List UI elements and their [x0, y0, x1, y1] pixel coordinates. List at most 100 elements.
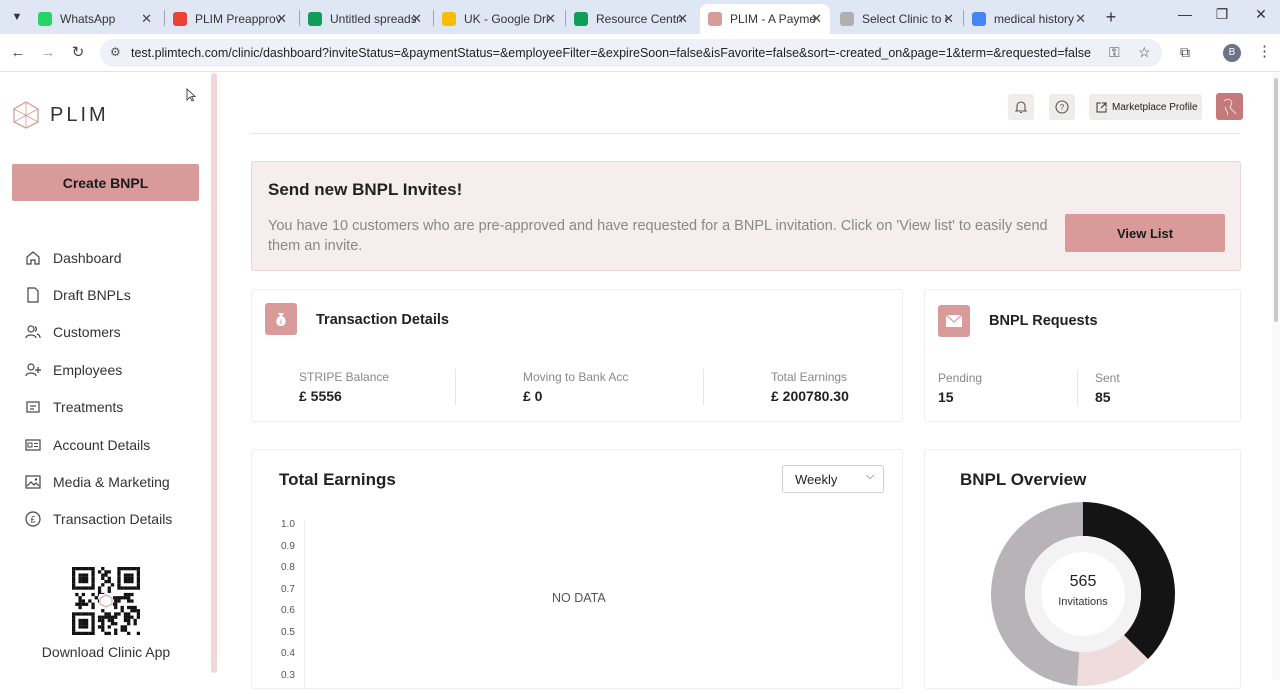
stripe-balance-label: STRIPE Balance [299, 370, 390, 384]
svg-text:?: ? [1060, 103, 1065, 112]
sidebar-item-label: Employees [53, 361, 123, 378]
sidebar-item-account-details[interactable]: Account Details [24, 426, 172, 463]
chart-y-axis-line [304, 520, 305, 690]
header-divider [250, 133, 1240, 134]
browser-tab[interactable]: UK - Google Drive✕ [434, 4, 564, 34]
url-text[interactable]: test.plimtech.com/clinic/dashboard?invit… [131, 46, 1091, 60]
plim-icon [840, 12, 854, 26]
close-tab-icon[interactable]: ✕ [411, 11, 422, 27]
tab-search-chevron-icon[interactable]: ▼ [6, 6, 28, 28]
document-icon [24, 286, 42, 304]
donut-center-label: Invitations [1058, 596, 1108, 608]
money-bag-icon: £ [265, 303, 297, 335]
treatments-icon [24, 398, 42, 416]
forward-icon[interactable]: → [38, 43, 58, 63]
moving-to-bank-label: Moving to Bank Acc [523, 370, 629, 384]
browser-tab[interactable]: Untitled spreadsheet✕ [300, 4, 430, 34]
bnpl-requests-card: BNPL Requests Pending 15 Sent 85 [924, 289, 1241, 422]
reload-icon[interactable]: ↻ [68, 43, 88, 63]
sidebar-item-treatments[interactable]: Treatments [24, 389, 172, 426]
pending-value: 15 [938, 389, 954, 405]
gmail-icon [173, 12, 187, 26]
close-tab-icon[interactable]: ✕ [943, 11, 954, 27]
browser-tab[interactable]: PLIM - A Payment✕ [700, 4, 830, 34]
browser-tab-label: UK - Google Drive [464, 12, 550, 26]
browser-tab-label: Resource Centre [596, 12, 682, 26]
close-tab-icon[interactable]: ✕ [1075, 11, 1086, 27]
restore-icon[interactable]: ❐ [1207, 6, 1237, 23]
envelope-icon [938, 305, 970, 337]
sidebar-item-transaction-details[interactable]: £ Transaction Details [24, 501, 172, 538]
sidebar-item-customers[interactable]: Customers [24, 314, 172, 351]
y-tick-label: 0.8 [281, 562, 295, 573]
sidebar-item-employees[interactable]: Employees [24, 351, 172, 388]
extensions-icon[interactable]: ⧉ [1180, 44, 1190, 61]
browser-tab[interactable]: WhatsApp ✕ [30, 4, 160, 34]
sheets-icon [308, 12, 322, 26]
total-earnings-label: Total Earnings [771, 370, 848, 384]
sidebar-item-dashboard[interactable]: Dashboard [24, 239, 172, 276]
back-icon[interactable]: ← [8, 43, 28, 63]
close-window-icon[interactable]: ✕ [1246, 6, 1276, 23]
browser-tab-bar: ▼ WhatsApp✕PLIM Preapproved✕Untitled spr… [0, 0, 1280, 34]
period-select[interactable]: Weekly ⌵ [782, 465, 884, 493]
new-tab-button[interactable]: + [1100, 6, 1122, 28]
sidebar-item-label: Customers [53, 324, 121, 341]
y-tick-label: 0.9 [281, 540, 295, 552]
sidebar-item-media-marketing[interactable]: Media & Marketing [24, 463, 172, 500]
total-earnings-value: £ 200780.30 [771, 388, 849, 404]
password-key-icon[interactable]: ⚿ [1109, 44, 1120, 61]
view-list-button[interactable]: View List [1065, 214, 1225, 252]
moving-to-bank-value: £ 0 [523, 388, 543, 404]
browser-tab-label: Select Clinic to c [862, 12, 948, 26]
bnpl-overview-card: BNPL Overview 565 Invitations [924, 449, 1241, 689]
sheets-icon [574, 12, 588, 26]
user-plus-icon [24, 361, 42, 379]
clinic-avatar[interactable] [1216, 93, 1243, 120]
bookmark-star-icon[interactable]: ☆ [1138, 44, 1151, 61]
browser-tab[interactable]: medical history ✕ [964, 4, 1094, 34]
download-clinic-app-link[interactable]: Download Clinic App [0, 644, 212, 660]
users-icon [24, 323, 42, 341]
create-bnpl-button[interactable]: Create BNPL [12, 164, 199, 201]
sidebar-nav: Dashboard Draft BNPLs Customers Employee… [24, 239, 172, 538]
browser-tab[interactable]: Select Clinic to c ✕ [832, 4, 962, 34]
browser-menu-icon[interactable]: ⋮ [1257, 42, 1272, 60]
profile-avatar-icon[interactable]: B [1223, 44, 1241, 62]
close-tab-icon[interactable]: ✕ [545, 11, 556, 27]
marketplace-profile-button[interactable]: Marketplace Profile [1089, 94, 1202, 120]
qr-code-image [72, 567, 140, 635]
sidebar-item-draft-bnpls[interactable]: Draft BNPLs [24, 276, 172, 313]
y-tick-label: 1.0 [281, 519, 295, 530]
drive-icon [442, 12, 456, 26]
browser-tab[interactable]: Resource Centre ✕ [566, 4, 696, 34]
close-tab-icon[interactable]: ✕ [677, 11, 688, 27]
plim-logo[interactable]: PLIM [12, 101, 109, 129]
minimize-icon[interactable]: — [1170, 6, 1200, 22]
browser-tab-label: PLIM Preapproved [195, 12, 281, 26]
browser-tab[interactable]: PLIM Preapproved✕ [165, 4, 295, 34]
browser-tab-label: medical history [994, 12, 1075, 26]
close-tab-icon[interactable]: ✕ [141, 11, 152, 27]
y-tick-label: 0.4 [281, 648, 295, 659]
invite-banner: Send new BNPL Invites! You have 10 custo… [251, 161, 1241, 271]
no-data-label: NO DATA [552, 591, 606, 605]
external-link-icon [1096, 102, 1107, 112]
period-select-value: Weekly [795, 472, 838, 487]
transaction-details-title: Transaction Details [316, 312, 449, 328]
y-tick-label: 0.3 [281, 669, 295, 681]
sidebar-item-label: Account Details [53, 436, 151, 453]
sidebar-item-label: Transaction Details [53, 511, 173, 528]
stat-divider [703, 369, 704, 405]
chevron-down-icon: ⌵ [866, 471, 874, 482]
donut-center [1041, 552, 1125, 636]
page-scrollbar-thumb[interactable] [1274, 78, 1278, 322]
notifications-bell-icon[interactable] [1008, 94, 1034, 120]
url-field[interactable]: ⚙ test.plimtech.com/clinic/dashboard?inv… [100, 39, 1162, 67]
close-tab-icon[interactable]: ✕ [811, 11, 822, 27]
close-tab-icon[interactable]: ✕ [276, 11, 287, 27]
pending-label: Pending [938, 371, 983, 385]
site-info-icon[interactable]: ⚙ [110, 45, 121, 59]
address-bar: ← → ↻ ⚙ test.plimtech.com/clinic/dashboa… [0, 34, 1280, 72]
help-icon[interactable]: ? [1049, 94, 1075, 120]
